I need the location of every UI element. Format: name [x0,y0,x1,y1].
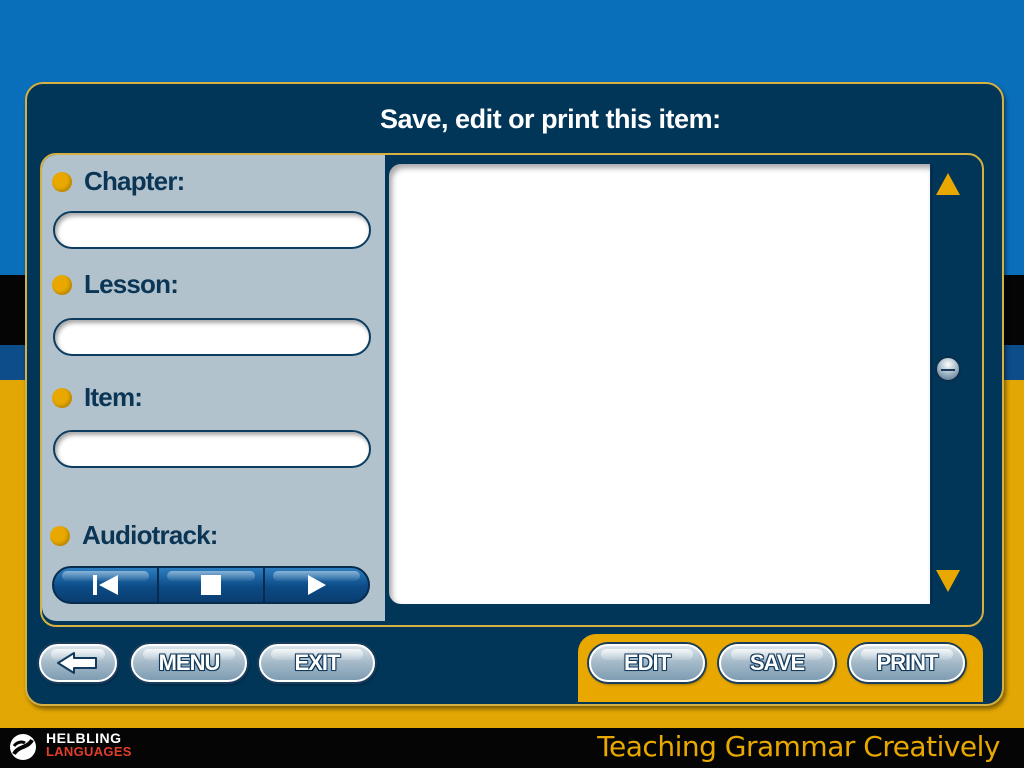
panel-title: Save, edit or print this item: [380,104,721,134]
item-label-text: Item: [84,382,143,412]
brand-bottom: LANGUAGES [46,744,132,759]
save-button-label: SAVE [749,650,805,675]
item-text-display[interactable] [389,164,930,604]
save-button[interactable]: SAVE [719,644,835,682]
play-icon [308,575,327,595]
scroll-down-arrow-icon[interactable] [936,570,960,592]
scrollbar-track[interactable] [931,164,967,604]
item-field[interactable] [53,430,371,468]
audiotrack-label: Audiotrack: [50,520,218,551]
previous-track-button[interactable] [54,568,160,602]
edit-button-label: EDIT [623,650,671,675]
play-button[interactable] [265,568,368,602]
back-button[interactable] [39,644,117,682]
lesson-label-text: Lesson: [84,269,179,299]
bullet-icon [52,387,72,408]
print-button[interactable]: PRINT [849,644,965,682]
product-tagline: Teaching Grammar Creatively [597,730,1000,763]
scroll-up-arrow-icon[interactable] [936,173,960,195]
bullet-icon [52,171,72,192]
audiotrack-label-text: Audiotrack: [82,520,218,550]
chapter-label: Chapter: [52,166,185,197]
bullet-icon [50,525,70,546]
scroll-thumb[interactable] [935,356,961,382]
menu-button[interactable]: MENU [131,644,247,682]
helbling-brand: HELBLING LANGUAGES [46,731,132,759]
stop-icon [200,575,221,595]
helbling-logo-icon [10,734,36,760]
item-label: Item: [52,382,143,413]
audio-controls [52,566,370,604]
edit-button[interactable]: EDIT [589,644,705,682]
chapter-label-text: Chapter: [84,166,185,196]
menu-button-label: MENU [158,650,221,675]
stop-button[interactable] [159,568,265,602]
arrow-left-icon [57,652,97,674]
exit-button[interactable]: EXIT [259,644,375,682]
exit-button-label: EXIT [294,650,341,675]
chapter-field[interactable] [53,211,371,249]
skip-back-icon [92,575,118,595]
lesson-label: Lesson: [52,269,179,300]
lesson-field[interactable] [53,318,371,356]
print-button-label: PRINT [876,650,939,675]
bullet-icon [52,274,72,295]
